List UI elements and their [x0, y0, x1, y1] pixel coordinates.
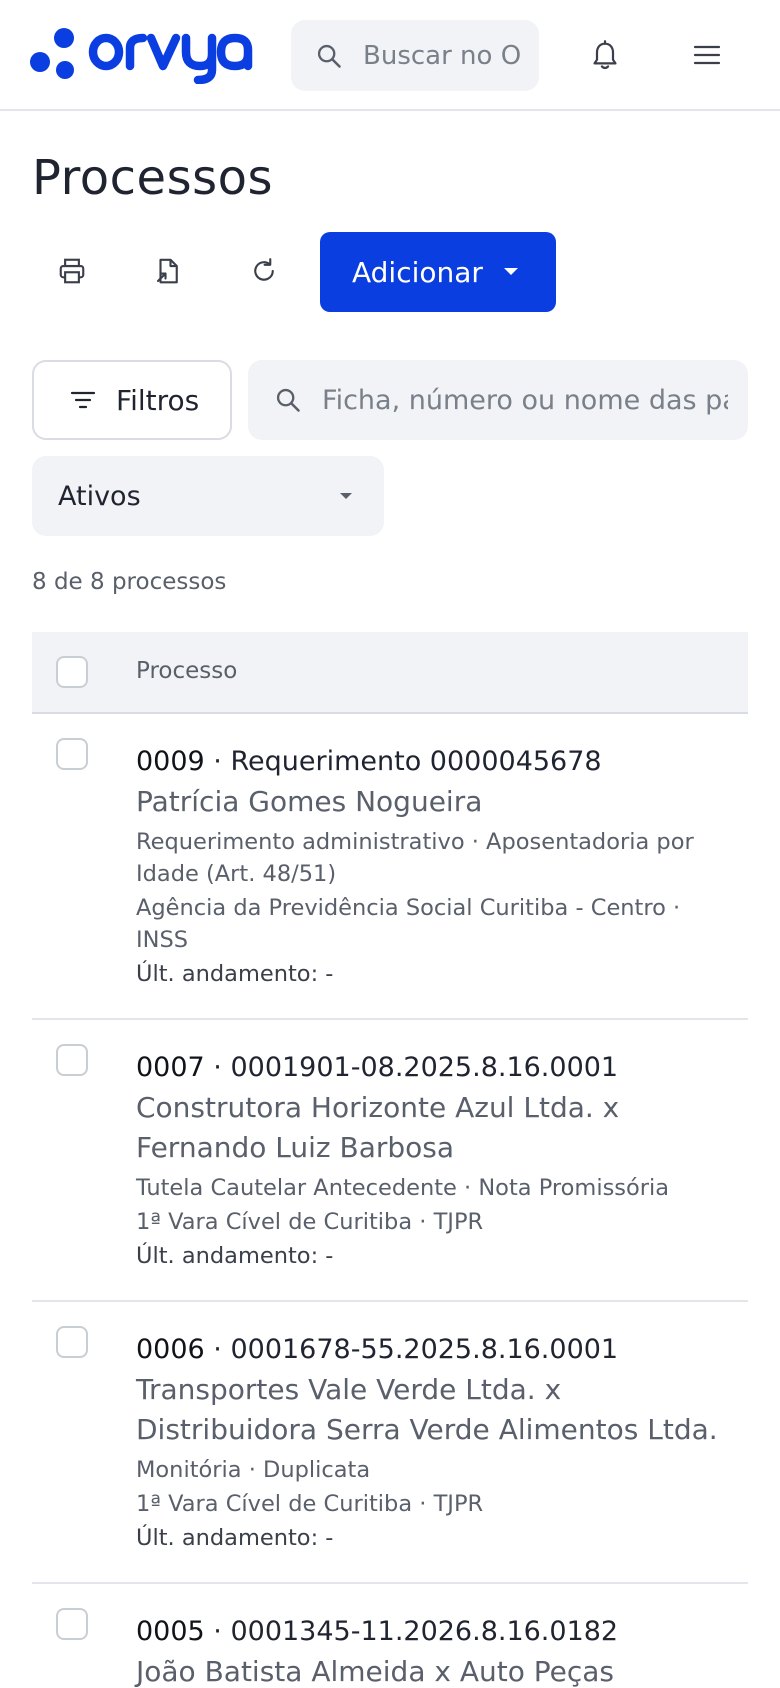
table-row[interactable]: 0007 · 0001901-08.2025.8.16.0001 Constru…: [32, 1020, 748, 1302]
row-checkbox[interactable]: [56, 738, 88, 770]
process-id: 0007 · 0001901-08.2025.8.16.0001: [136, 1052, 619, 1083]
status-select-value: Ativos: [58, 480, 141, 512]
process-id: 0006 · 0001678-55.2025.8.16.0001: [136, 1334, 619, 1365]
file-export-icon[interactable]: [153, 256, 183, 286]
process-type: Requerimento administrativo · Aposentado…: [136, 829, 694, 887]
process-court: Agência da Previdência Social Curitiba -…: [136, 895, 681, 953]
filters-button-label: Filtros: [116, 383, 200, 417]
search-icon: [276, 388, 300, 412]
process-parties: Patrícia Gomes Nogueira: [136, 785, 483, 818]
orvya-logo[interactable]: [30, 26, 268, 84]
global-search-input[interactable]: [363, 20, 523, 91]
process-code: 0009: [136, 746, 205, 777]
page-title: Processos: [32, 150, 273, 206]
results-count: 8 de 8 processos: [32, 569, 227, 595]
bell-icon[interactable]: [590, 40, 620, 72]
process-type: Tutela Cautelar Antecedente · Nota Promi…: [136, 1175, 670, 1201]
top-bar: [0, 0, 780, 111]
process-code: 0007: [136, 1052, 205, 1083]
process-last-update: Últ. andamento: -: [136, 1243, 334, 1269]
process-parties: Construtora Horizonte Azul Ltda. x Ferna…: [136, 1091, 620, 1164]
process-parties: João Batista Almeida x Auto Peças: [136, 1655, 615, 1688]
global-search[interactable]: [291, 20, 539, 91]
process-court: 1ª Vara Cível de Curitiba · TJPR: [136, 1491, 484, 1517]
process-code: 0005: [136, 1616, 205, 1647]
select-all-checkbox[interactable]: [56, 656, 88, 688]
process-code: 0006: [136, 1334, 205, 1365]
process-last-update: Últ. andamento: -: [136, 961, 334, 987]
caret-down-icon: [504, 268, 518, 275]
process-last-update: Últ. andamento: -: [136, 1525, 334, 1551]
process-number: 0001678-55.2025.8.16.0001: [230, 1334, 619, 1365]
printer-icon[interactable]: [57, 256, 87, 286]
table-row[interactable]: 0006 · 0001678-55.2025.8.16.0001 Transpo…: [32, 1302, 748, 1584]
process-number: 0001345-11.2026.8.16.0182: [230, 1616, 619, 1647]
process-search-input[interactable]: [322, 360, 728, 440]
process-id: 0009 · Requerimento 0000045678: [136, 746, 602, 777]
process-parties: Transportes Vale Verde Ltda. x Distribui…: [136, 1373, 718, 1446]
filter-icon: [70, 391, 96, 409]
table-row[interactable]: 0005 · 0001345-11.2026.8.16.0182 João Ba…: [32, 1584, 748, 1688]
search-icon: [317, 44, 341, 68]
process-court: 1ª Vara Cível de Curitiba · TJPR: [136, 1209, 484, 1235]
row-checkbox[interactable]: [56, 1044, 88, 1076]
process-id: 0005 · 0001345-11.2026.8.16.0182: [136, 1616, 619, 1647]
filters-button[interactable]: Filtros: [32, 360, 232, 440]
process-number: Requerimento 0000045678: [230, 746, 602, 777]
table-header: Processo: [32, 632, 748, 714]
hamburger-menu-icon[interactable]: [692, 42, 722, 68]
process-type: Monitória · Duplicata: [136, 1457, 371, 1483]
process-search[interactable]: [248, 360, 748, 440]
row-checkbox[interactable]: [56, 1608, 88, 1640]
row-checkbox[interactable]: [56, 1326, 88, 1358]
add-button-label: Adicionar: [352, 255, 483, 289]
column-header-process: Processo: [136, 658, 238, 684]
status-select[interactable]: Ativos: [32, 456, 384, 536]
caret-down-icon: [340, 493, 352, 499]
add-button[interactable]: Adicionar: [320, 232, 556, 312]
process-number: 0001901-08.2025.8.16.0001: [230, 1052, 619, 1083]
refresh-icon[interactable]: [249, 256, 279, 286]
table-row[interactable]: 0009 · Requerimento 0000045678 Patrícia …: [32, 714, 748, 1020]
